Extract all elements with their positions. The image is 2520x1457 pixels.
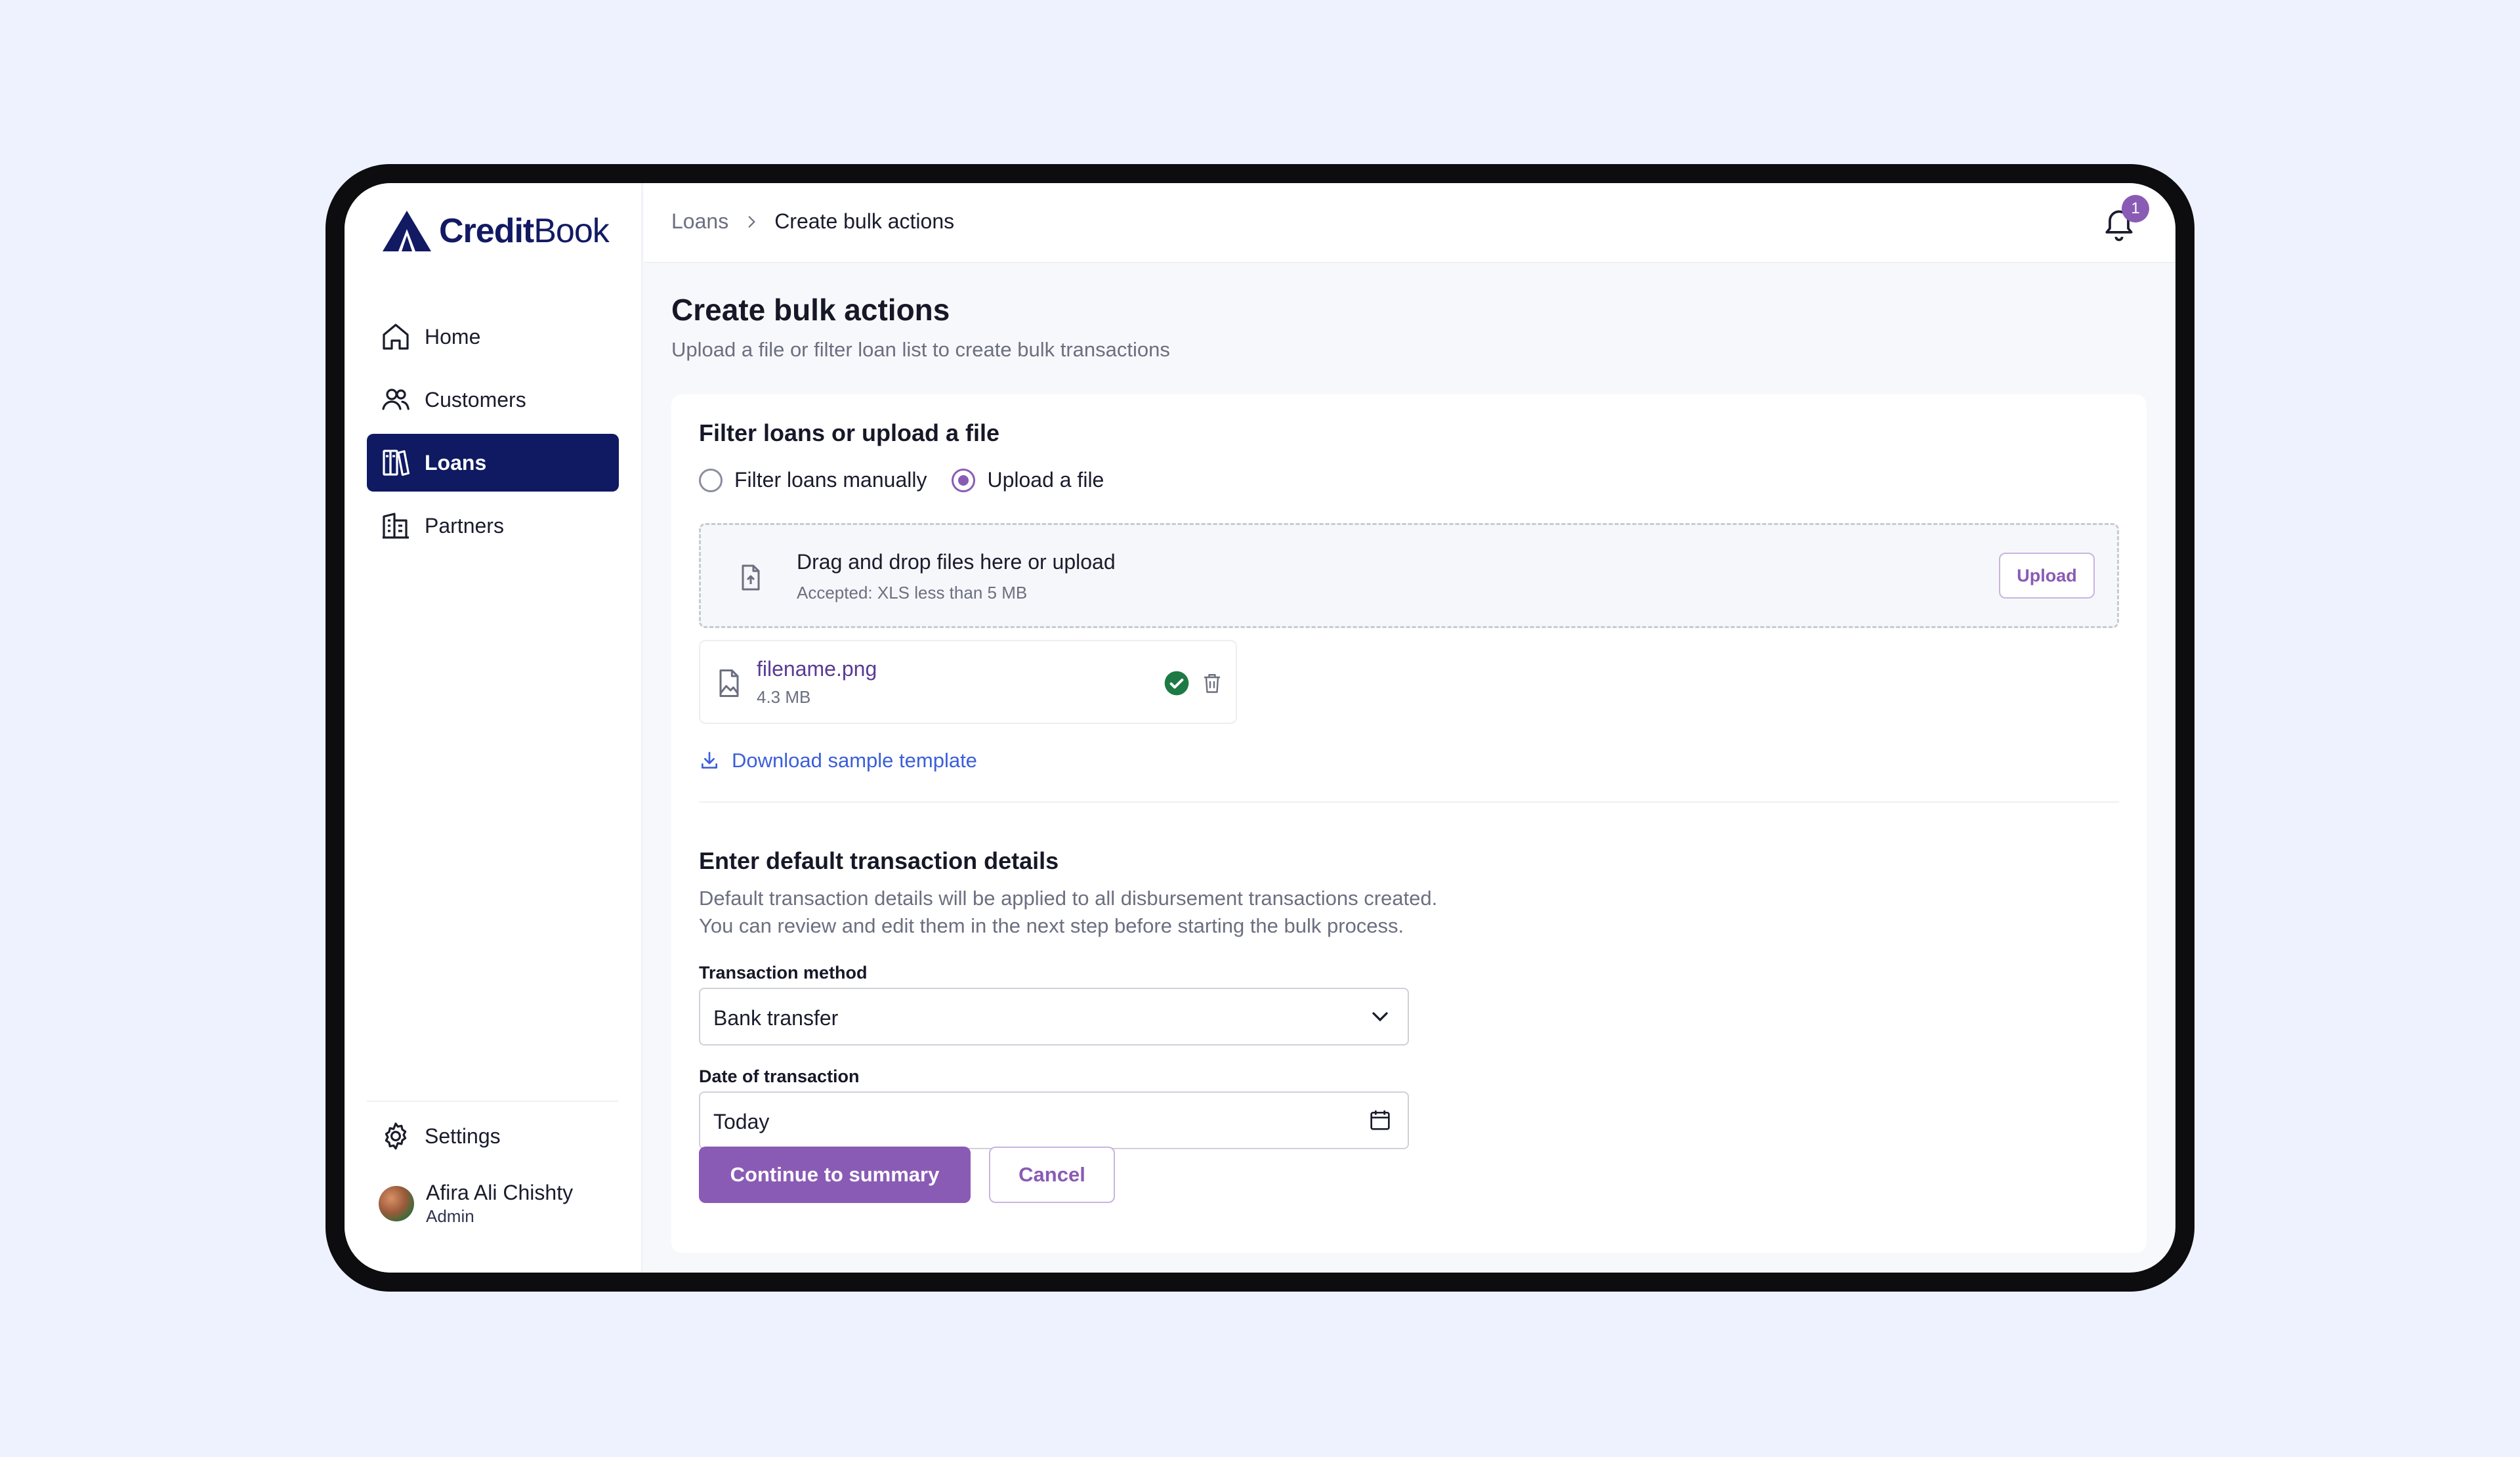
logo-mark-icon [383,211,431,251]
uploaded-file-card: filename.png 4.3 MB [699,640,1237,724]
dropzone-accepted-text: Accepted: XLS less than 5 MB [797,583,1028,602]
logo-text-regular: Book [534,212,610,250]
sidebar-item-home[interactable]: Home [367,308,619,366]
sidebar-item-label: Home [425,324,481,348]
radio-circle-checked[interactable] [952,468,976,492]
date-of-transaction-value: Today [713,1110,770,1133]
radio-circle[interactable] [699,468,723,492]
file-upload-icon [742,564,760,591]
transaction-method-value: Bank transfer [713,1006,839,1030]
details-section-title: Enter default transaction details [699,847,1059,874]
breadcrumb-loans[interactable]: Loans [671,209,728,234]
download-icon [702,751,717,769]
file-name[interactable]: filename.png [757,657,877,681]
user-role: Admin [426,1206,474,1226]
avatar [379,1186,414,1221]
sidebar-item-label: Settings [425,1124,501,1148]
radio-filter-manually[interactable]: Filter loans manually [699,468,927,492]
calendar-icon[interactable] [1367,1107,1393,1133]
home-icon [383,324,409,350]
page-title: Create bulk actions [671,293,950,327]
filter-section-title: Filter loans or upload a file [699,419,1000,446]
image-file-icon [719,669,739,698]
date-of-transaction-field[interactable]: Today [699,1091,1409,1149]
sidebar-item-customers[interactable]: Customers [367,371,619,429]
radio-label: Filter loans manually [734,468,927,492]
transaction-method-select[interactable]: Bank transfer [699,988,1409,1045]
radio-label: Upload a file [987,468,1104,492]
user-profile[interactable]: Afira Ali Chishty Admin [379,1181,573,1227]
sidebar: CreditBook Home Customers Loans Partners [345,183,642,1273]
page-subtitle: Upload a file or filter loan list to cre… [671,338,1170,361]
download-template-link[interactable]: Download sample template [699,749,977,772]
section-divider [699,801,2119,803]
breadcrumb-current: Create bulk actions [774,209,955,233]
book-icon [383,450,410,476]
trash-icon[interactable] [1200,670,1224,696]
bulk-actions-card: Filter loans or upload a file Filter loa… [671,394,2147,1253]
users-icon [382,389,410,410]
form-actions: Continue to summary Cancel [699,1147,1115,1203]
upload-button[interactable]: Upload [1999,553,2095,599]
top-bar: Loans Create bulk actions 1 [644,183,2175,263]
gear-icon [385,1122,407,1150]
app-screen: CreditBook Home Customers Loans Partners [345,183,2175,1273]
chevron-down-icon [1372,1012,1388,1022]
dropzone-text: Drag and drop files here or upload [797,550,1116,574]
details-description-line2: You can review and edit them in the next… [699,914,1404,937]
tablet-frame: CreditBook Home Customers Loans Partners [326,164,2194,1292]
sidebar-item-label: Partners [425,513,504,538]
sidebar-divider [367,1101,619,1102]
chevron-right-icon [748,215,756,228]
creditbook-logo[interactable]: CreditBook [381,209,610,253]
sidebar-item-loans[interactable]: Loans [367,434,619,492]
source-radio-group: Filter loans manually Upload a file [699,468,1104,492]
transaction-method-label: Transaction method [699,963,868,982]
sidebar-item-partners[interactable]: Partners [367,497,619,555]
user-name: Afira Ali Chishty [426,1181,574,1204]
building-icon [383,513,409,539]
download-template-label: Download sample template [732,749,977,772]
sidebar-item-label: Customers [425,387,526,412]
cancel-button[interactable]: Cancel [989,1147,1115,1203]
sidebar-item-settings[interactable]: Settings [367,1107,619,1165]
date-of-transaction-label: Date of transaction [699,1066,860,1086]
radio-upload-file[interactable]: Upload a file [952,468,1104,492]
file-dropzone[interactable]: Drag and drop files here or upload Accep… [699,523,2119,628]
check-circle-icon [1164,671,1189,696]
sidebar-item-label: Loans [425,450,487,475]
notification-badge: 1 [2122,195,2149,222]
details-description-line1: Default transaction details will be appl… [699,887,1438,910]
breadcrumb: Loans Create bulk actions [671,209,954,234]
continue-to-summary-button[interactable]: Continue to summary [699,1147,971,1203]
file-size: 4.3 MB [757,687,811,707]
logo-text-bold: Credit [439,212,534,250]
